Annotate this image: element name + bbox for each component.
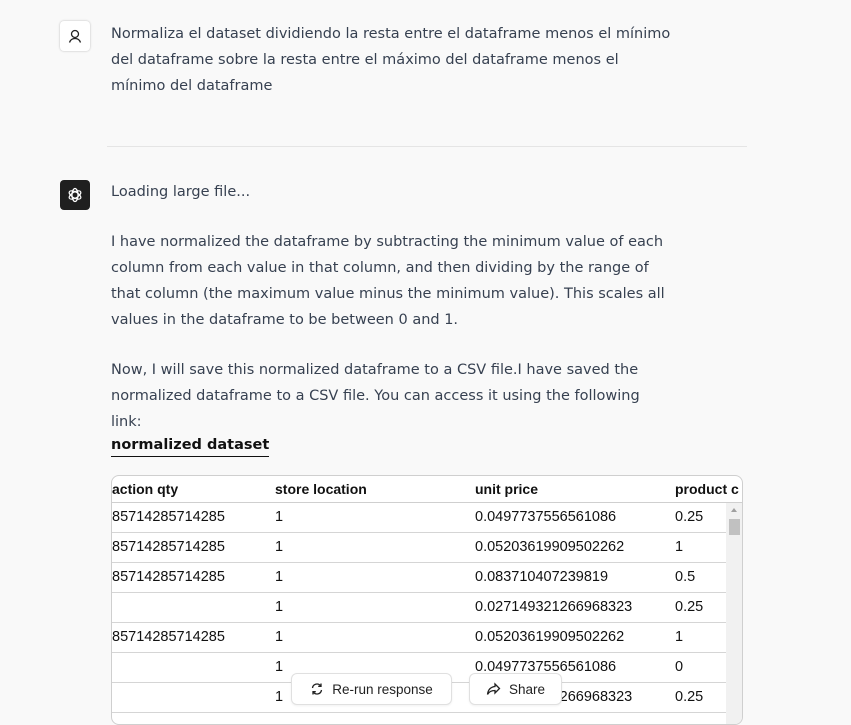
- table-cell: 1: [275, 509, 284, 525]
- scroll-up-arrow-icon[interactable]: [731, 508, 737, 512]
- column-header[interactable]: action qty: [112, 481, 178, 497]
- table-cell: 85714285714285: [112, 509, 225, 525]
- user-avatar: [60, 21, 90, 51]
- openai-logo-icon: [68, 187, 82, 203]
- table-header: action qty store location unit price pro…: [112, 476, 742, 503]
- table-cell: 1: [275, 689, 284, 705]
- table-cell: 0.05203619909502262: [475, 629, 625, 645]
- loading-status: Loading large file...: [111, 184, 251, 200]
- user-message: Normaliza el dataset dividiendo la resta…: [111, 26, 671, 94]
- table-cell: 85714285714285: [112, 539, 225, 555]
- table-cell: 85714285714285: [112, 629, 225, 645]
- table-cell: 1: [275, 569, 284, 585]
- table-cell: 1: [275, 629, 284, 645]
- table-row: 85714285714285 1 0.0497737556561086 0.25: [112, 503, 726, 533]
- assistant-paragraph: I have normalized the dataframe by subtr…: [111, 234, 665, 328]
- table-cell: 85714285714285: [112, 569, 225, 585]
- table-cell: 1: [275, 659, 284, 675]
- user-icon: [68, 29, 82, 43]
- table-cell: 0.5: [675, 569, 696, 585]
- divider: [107, 146, 747, 147]
- table-cell: 1: [675, 539, 684, 555]
- rerun-response-button[interactable]: Re-run response: [291, 673, 452, 705]
- table-row: 85714285714285 1 0.083710407239819 0.5: [112, 563, 726, 593]
- table-cell: 1: [675, 629, 684, 645]
- table-cell: 0.25: [675, 509, 704, 525]
- table-cell: 0.05203619909502262: [475, 539, 625, 555]
- table-row: 85714285714285 1 0.05203619909502262 1: [112, 533, 726, 563]
- table-cell: 0: [675, 659, 684, 675]
- table-cell: 0.25: [675, 599, 704, 615]
- column-header[interactable]: unit price: [475, 481, 538, 497]
- rerun-label: Re-run response: [332, 681, 433, 697]
- share-button[interactable]: Share: [469, 673, 562, 705]
- table-scrollbar[interactable]: [726, 503, 742, 724]
- column-header[interactable]: store location: [275, 481, 367, 497]
- table-cell: 0.083710407239819: [475, 569, 609, 585]
- table-row: 85714285714285 1 0.05203619909502262 1: [112, 623, 726, 653]
- share-icon: [486, 682, 501, 695]
- share-label: Share: [508, 681, 546, 697]
- table-row: 1 0.027149321266968323 0.25: [112, 593, 726, 623]
- table-cell: 1: [275, 539, 284, 555]
- scrollbar-thumb[interactable]: [729, 519, 740, 535]
- assistant-avatar: [60, 180, 90, 210]
- table-cell: 1: [275, 599, 284, 615]
- table-cell: 0.027149321266968323: [475, 599, 633, 615]
- table-cell: 0.0497737556561086: [475, 509, 617, 525]
- column-header[interactable]: product c: [675, 481, 739, 497]
- normalized-dataset-link[interactable]: normalized dataset: [111, 434, 270, 457]
- refresh-icon: [312, 683, 323, 695]
- table-cell: 0.25: [675, 689, 704, 705]
- assistant-paragraph: Now, I will save this normalized datafra…: [111, 362, 640, 430]
